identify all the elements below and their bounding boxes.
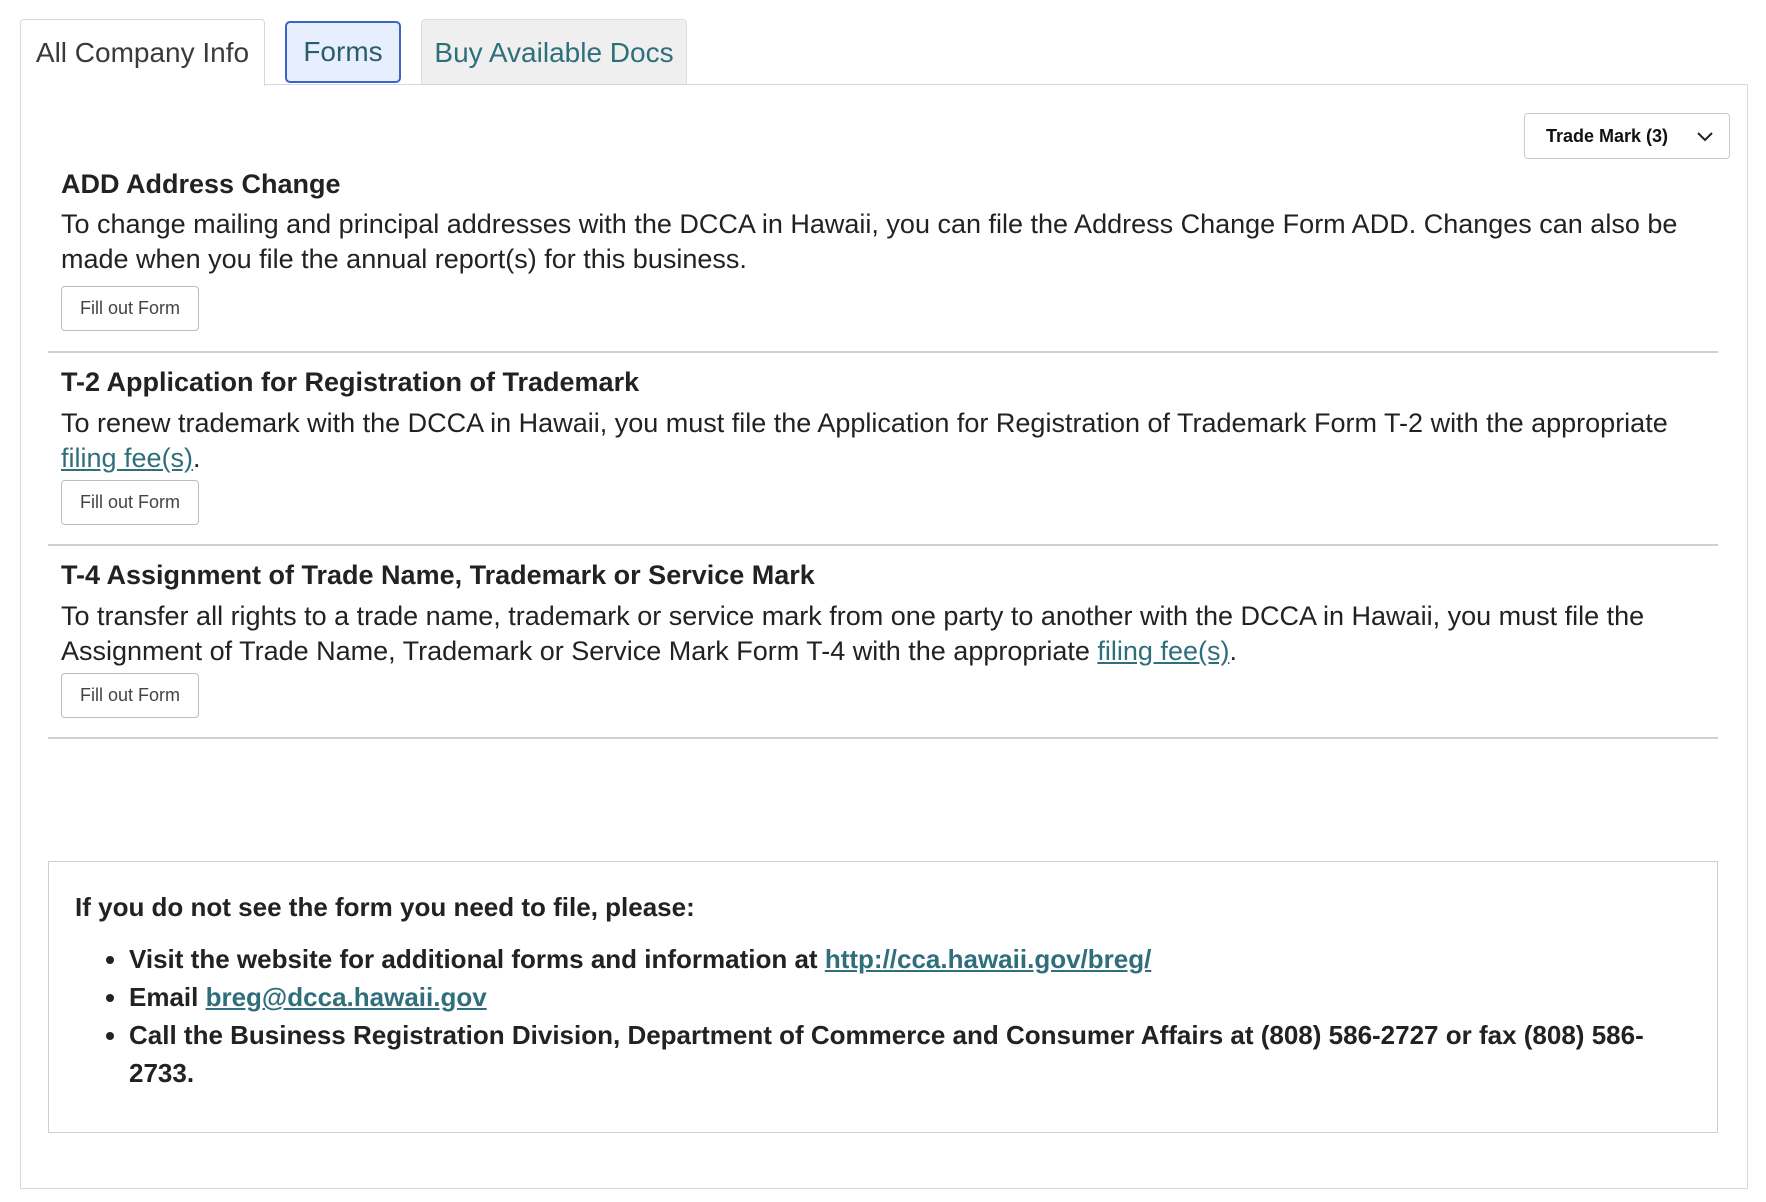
select-value: Trade Mark (3) — [1546, 125, 1669, 146]
tab-buy-available-docs[interactable]: Buy Available Docs — [421, 19, 687, 85]
filing-fees-link[interactable]: filing fee(s) — [61, 443, 193, 473]
fill-out-form-button[interactable]: Fill out Form — [61, 673, 199, 718]
tab-label: Buy Available Docs — [434, 36, 674, 68]
form-description: To change mailing and principal addresse… — [61, 209, 1678, 274]
tab-label: Forms — [303, 36, 383, 67]
list-item: Call the Business Registration Division,… — [129, 1016, 1699, 1092]
help-list: Visit the website for additional forms a… — [129, 940, 1699, 1092]
tab-bar: All Company Info Forms Buy Available Doc… — [20, 19, 1748, 86]
form-description: To renew trademark with the DCCA in Hawa… — [61, 408, 1668, 473]
list-item: Visit the website for additional forms a… — [129, 940, 1699, 978]
email-link[interactable]: breg@dcca.hawaii.gov — [206, 982, 487, 1012]
form-item-t2: T-2 Application for Registration of Trad… — [48, 353, 1718, 546]
list-item: Email breg@dcca.hawaii.gov — [129, 978, 1699, 1016]
website-link[interactable]: http://cca.hawaii.gov/breg/ — [825, 944, 1152, 974]
fill-out-form-button[interactable]: Fill out Form — [61, 480, 199, 525]
form-category-select[interactable]: Trade Mark (3) — [1524, 113, 1730, 159]
forms-panel: Trade Mark (3) ADD Address Change To cha… — [20, 84, 1748, 1189]
form-item-add: ADD Address Change To change mailing and… — [48, 163, 1718, 353]
form-title: ADD Address Change — [61, 169, 341, 199]
tab-label: All Company Info — [35, 37, 250, 68]
fill-out-form-button[interactable]: Fill out Form — [61, 286, 199, 331]
form-item-t4: T-4 Assignment of Trade Name, Trademark … — [48, 546, 1718, 739]
chevron-down-icon — [1697, 132, 1713, 142]
form-title: T-4 Assignment of Trade Name, Trademark … — [61, 560, 815, 590]
help-box: If you do not see the form you need to f… — [48, 861, 1718, 1133]
help-heading: If you do not see the form you need to f… — [75, 892, 695, 922]
tab-forms[interactable]: Forms — [285, 21, 401, 83]
form-title: T-2 Application for Registration of Trad… — [61, 367, 640, 397]
filing-fees-link[interactable]: filing fee(s) — [1097, 636, 1229, 666]
tab-all-company-info[interactable]: All Company Info — [20, 19, 265, 86]
form-description: To transfer all rights to a trade name, … — [61, 601, 1645, 666]
